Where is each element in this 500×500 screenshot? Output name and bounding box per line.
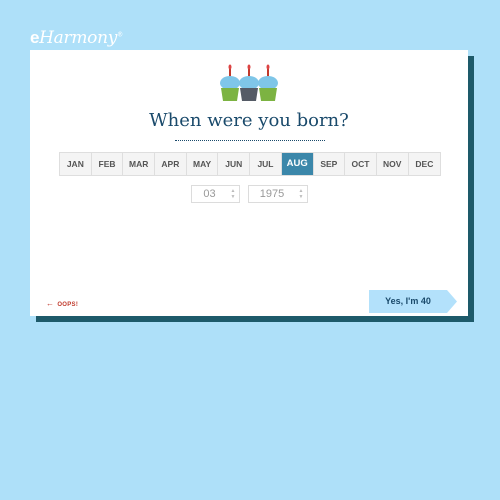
eharmony-logo: eHarmony® (30, 28, 123, 48)
month-sep-button[interactable]: SEP (313, 153, 346, 175)
logo-e: e (30, 28, 40, 47)
birthday-card: When were you born? JAN FEB MAR APR MAY JUN JU… (30, 50, 468, 316)
stepper-arrows-icon[interactable]: ▲ ▼ (295, 186, 307, 202)
month-oct-button[interactable]: OCT (345, 153, 377, 175)
heading-dotted-underline (175, 140, 325, 141)
logo-registered-mark: ® (117, 31, 123, 39)
logo-text: Harmony (39, 28, 118, 48)
confirm-label: Yes, I'm 40 (385, 296, 431, 306)
month-dec-button[interactable]: DEC (408, 153, 441, 175)
cupcakes-illustration (220, 64, 278, 101)
month-feb-button[interactable]: FEB (91, 153, 124, 175)
stepper-arrows-icon[interactable]: ▲ ▼ (227, 186, 239, 202)
confirm-age-button[interactable]: Yes, I'm 40 (369, 290, 457, 313)
month-mar-button[interactable]: MAR (123, 153, 156, 175)
month-aug-button[interactable]: AUG (281, 153, 314, 175)
oops-back-link[interactable]: ← OOPS! (46, 299, 78, 308)
month-jun-button[interactable]: JUN (218, 153, 251, 175)
oops-label: OOPS! (57, 302, 79, 308)
month-may-button[interactable]: MAY (186, 153, 219, 175)
month-apr-button[interactable]: APR (155, 153, 187, 175)
day-stepper[interactable]: 03 ▲ ▼ (191, 185, 240, 203)
month-nov-button[interactable]: NOV (376, 153, 409, 175)
month-jan-button[interactable]: JAN (60, 153, 92, 175)
month-selector: JAN FEB MAR APR MAY JUN JUL AUG SEP OCT NOV DEC (59, 152, 442, 176)
question-heading: When were you born? (149, 110, 349, 131)
year-stepper[interactable]: 1975 ▲ ▼ (248, 185, 308, 203)
back-arrow-icon: ← (46, 299, 55, 308)
year-value: 1975 (259, 188, 285, 200)
day-value: 03 (203, 188, 216, 200)
month-jul-button[interactable]: JUL (250, 153, 282, 175)
